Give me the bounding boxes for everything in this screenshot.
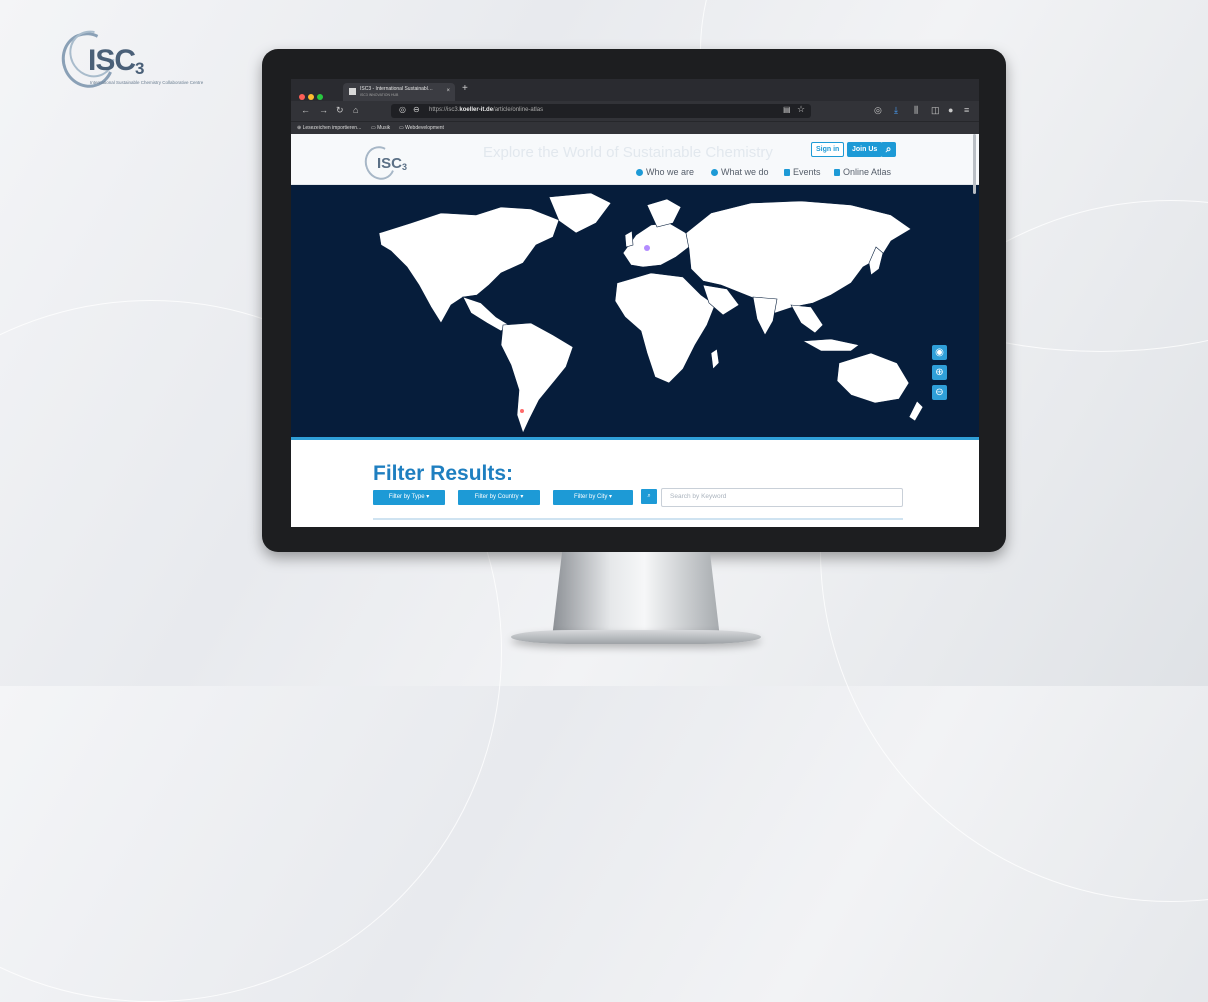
africa-shape	[614, 272, 716, 384]
maximize-window-button[interactable]	[317, 94, 323, 100]
reset-view-button[interactable]: ◉	[932, 345, 947, 360]
zoom-in-button[interactable]: ⊕	[932, 365, 947, 380]
minimize-window-button[interactable]	[308, 94, 314, 100]
reload-icon[interactable]: ↻	[336, 105, 344, 116]
zoom-out-icon: ⊖	[935, 387, 944, 398]
site-header: ISC3 Explore the World of Sustainable Ch…	[291, 134, 979, 185]
reader-view-icon[interactable]: ▤	[783, 105, 791, 114]
bookmarks-bar: ⊕ Lesezeichen importieren... ▭ Musik ▭ W…	[291, 121, 979, 135]
australia-shape	[836, 352, 910, 404]
south-america-shape	[500, 322, 574, 434]
join-us-button[interactable]: Join Us	[847, 142, 883, 157]
zoom-out-button[interactable]: ⊖	[932, 385, 947, 400]
globe-icon: ◉	[935, 347, 944, 358]
uk-shape	[624, 230, 634, 248]
site-logo[interactable]: ISC3	[360, 141, 421, 185]
monitor-screen: ISC3 - International Sustainabl… ISC3 IN…	[291, 79, 979, 527]
nav-events[interactable]: Events	[784, 167, 821, 177]
keyword-search-button[interactable]: ⌕	[641, 489, 657, 504]
logo-word: ISC3	[88, 44, 145, 78]
results-divider	[373, 518, 903, 520]
download-icon[interactable]: ⤓	[894, 105, 898, 116]
tab-subtitle: ISC3 INNOVATION HUB	[360, 93, 399, 97]
shield-icon: ◎	[399, 105, 406, 114]
browser-navbar: ← → ↻ ⌂ ◎ ⊖ https://isc3.koeller-it.de/a…	[291, 101, 979, 121]
indonesia-shape	[801, 338, 860, 352]
document-icon	[784, 169, 790, 176]
greenland-shape	[548, 192, 612, 234]
close-tab-icon[interactable]: ×	[446, 88, 450, 94]
browser-tab[interactable]: ISC3 - International Sustainabl… ISC3 IN…	[343, 83, 455, 101]
central-america-shape	[462, 296, 510, 332]
monitor-stand-foot	[511, 630, 761, 644]
favicon-icon	[349, 88, 356, 95]
world-map[interactable]: ◉ ⊕ ⊖	[291, 185, 979, 437]
nav-who-we-are[interactable]: Who we are	[636, 167, 694, 177]
world-map-svg	[378, 192, 924, 434]
filter-section: Filter Results: Filter by Type ▾ Filter …	[291, 440, 979, 527]
keyword-search-input[interactable]: Search by Keyword	[661, 488, 903, 507]
search-icon: ⌕	[885, 144, 892, 155]
new-tab-icon[interactable]: +	[462, 83, 468, 94]
india-shape	[752, 296, 778, 336]
filter-by-city-dropdown[interactable]: Filter by City ▾	[553, 490, 633, 505]
filter-by-country-dropdown[interactable]: Filter by Country ▾	[458, 490, 540, 505]
document-icon	[834, 169, 840, 176]
zoom-in-icon: ⊕	[935, 367, 944, 378]
lock-icon: ⊖	[413, 105, 420, 114]
close-window-button[interactable]	[299, 94, 305, 100]
sign-in-button[interactable]: Sign in	[811, 142, 845, 157]
forward-icon[interactable]: →	[319, 105, 328, 115]
scrollbar[interactable]	[973, 134, 976, 194]
filter-title: Filter Results:	[373, 462, 514, 485]
map-location-marker-chile[interactable]	[520, 409, 524, 413]
nav-online-atlas[interactable]: Online Atlas	[834, 167, 891, 177]
search-icon: ⌕	[647, 493, 651, 499]
menu-icon[interactable]: ≡	[964, 105, 969, 115]
chevron-circle-icon	[711, 169, 718, 176]
southeast-asia-shape	[790, 304, 824, 334]
site-search-button[interactable]: ⌕	[881, 142, 896, 157]
site-logo-word: ISC3	[377, 155, 408, 172]
nav-what-we-do[interactable]: What we do	[711, 167, 769, 177]
monitor-stand-neck	[552, 552, 720, 638]
home-icon[interactable]: ⌂	[353, 105, 358, 115]
url-text: https://isc3.koeller-it.de/article/onlin…	[429, 107, 544, 113]
browser-tabbar: ISC3 - International Sustainabl… ISC3 IN…	[291, 79, 979, 101]
tab-title: ISC3 - International Sustainabl…	[360, 86, 433, 92]
filter-by-type-dropdown[interactable]: Filter by Type ▾	[373, 490, 445, 505]
pocket-icon[interactable]: ◎	[874, 105, 882, 116]
website: ISC3 Explore the World of Sustainable Ch…	[291, 134, 979, 527]
madagascar-shape	[710, 348, 720, 370]
library-icon[interactable]: ⫼	[914, 105, 918, 116]
url-bar[interactable]: ◎ ⊖ https://isc3.koeller-it.de/article/o…	[391, 104, 811, 118]
hero-headline: Explore the World of Sustainable Chemist…	[483, 144, 773, 161]
search-placeholder: Search by Keyword	[670, 493, 727, 500]
logo-tagline: International Sustainable Chemistry Coll…	[90, 80, 204, 85]
scandinavia-shape	[646, 198, 682, 228]
new-zealand-shape	[908, 400, 924, 422]
bookmark-folder-webdevelopment[interactable]: ▭ Webdevelopment	[399, 125, 444, 131]
bookmark-folder-musik[interactable]: ▭ Musik	[371, 125, 390, 131]
chevron-circle-icon	[636, 169, 643, 176]
sidebar-icon[interactable]: ◫	[931, 105, 940, 116]
back-icon[interactable]: ←	[301, 105, 310, 115]
account-icon[interactable]: ●	[948, 105, 953, 115]
bookmark-import[interactable]: ⊕ Lesezeichen importieren...	[297, 125, 361, 131]
map-location-marker[interactable]	[644, 245, 650, 251]
isc3-logo: ISC3 International Sustainable Chemistry…	[53, 21, 203, 98]
bookmark-star-icon[interactable]: ☆	[797, 104, 805, 115]
